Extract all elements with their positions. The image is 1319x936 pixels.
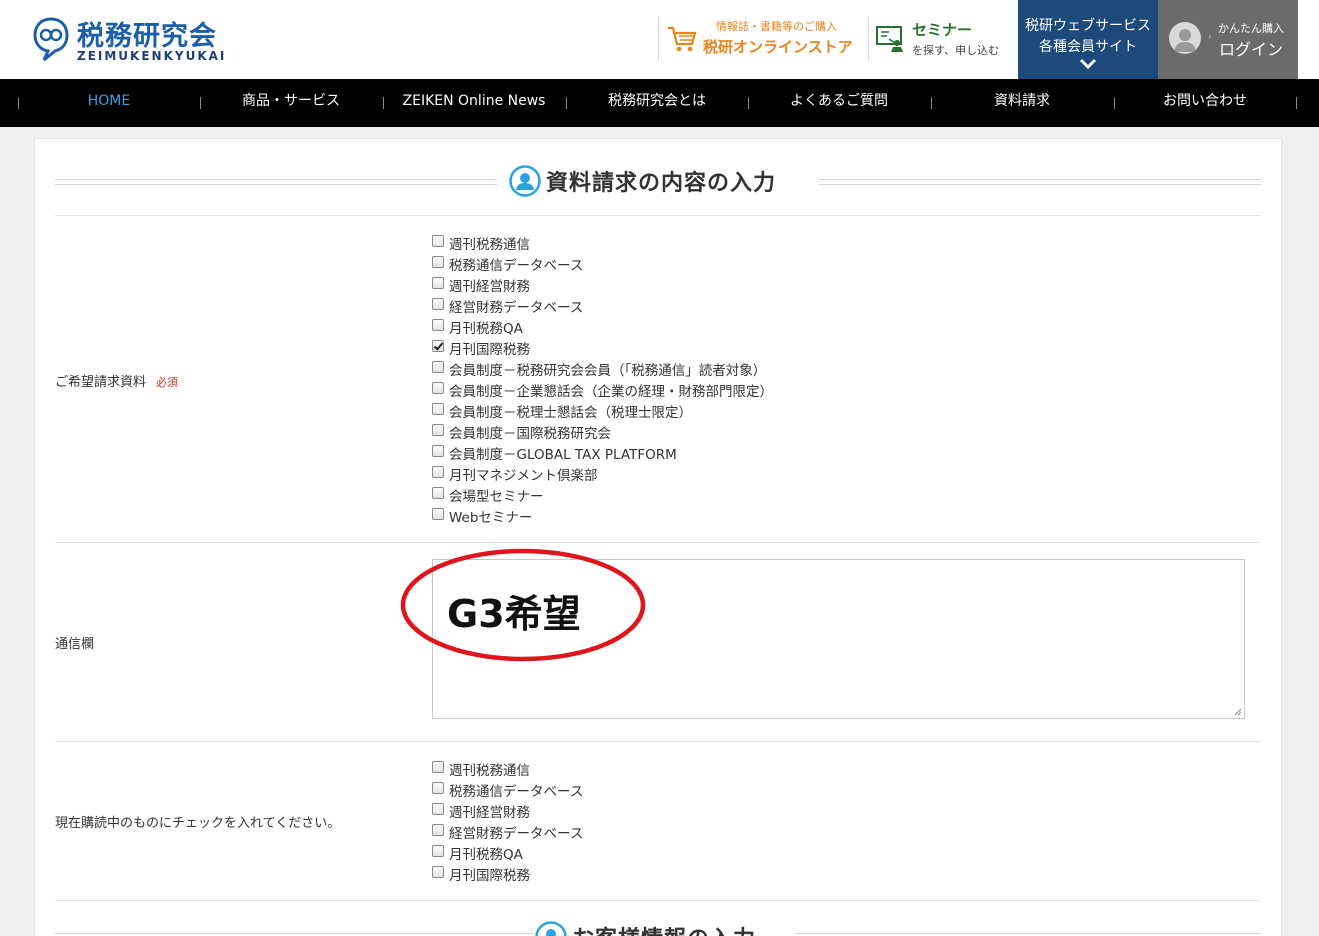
seminar-caption: を探す、申し込む (912, 44, 1000, 57)
checkbox[interactable] (432, 782, 444, 794)
web-service-menu[interactable]: 税研ウェブサービス 各種会員サイト (1018, 0, 1158, 79)
checkbox[interactable] (432, 761, 444, 773)
store-label: 税研オンラインストア (703, 38, 853, 56)
login-caption: かんたん購入 (1218, 22, 1284, 35)
heading-rule-left (55, 179, 497, 185)
divider (55, 741, 1261, 742)
logo-title: 税務研究会 (77, 21, 217, 52)
option-label: 会場型セミナー (449, 489, 544, 505)
option-label: 週刊経営財務 (449, 279, 530, 295)
nav-item-about[interactable]: 税務研究会とは (566, 79, 748, 127)
checkbox[interactable] (432, 487, 444, 499)
section-title: 資料請求の内容の入力 (546, 171, 777, 196)
checkbox[interactable] (432, 403, 444, 415)
nav-item-products[interactable]: 商品・サービス (200, 79, 382, 127)
logo-mark-icon (33, 17, 69, 62)
option-label: 会員制度－国際税務研究会 (449, 426, 611, 442)
checkbox[interactable] (432, 361, 444, 373)
chevron-down-icon (1079, 58, 1097, 70)
web-service-line2: 各種会員サイト (1039, 39, 1137, 55)
web-service-line1: 税研ウェブサービス (1025, 18, 1151, 34)
logo-subtitle: ZEIMUKENKYUKAI (77, 49, 227, 63)
user-avatar-icon (1169, 22, 1201, 54)
online-store-link[interactable]: 情報誌・書籍等のご購入 税研オンラインストア (658, 17, 858, 61)
heading-rule-right (819, 179, 1261, 185)
chevron-right-icon: › (1208, 32, 1212, 42)
next-section-heading: お客様情報の入力 (35, 917, 1281, 936)
section-heading: 資料請求の内容の入力 (35, 163, 1281, 199)
option-label: 税務通信データベース (449, 784, 584, 800)
checkbox-checked[interactable] (432, 340, 444, 352)
nav-separator (1296, 97, 1297, 109)
option-label: 会員制度－税理士懇話会（税理士限定） (449, 405, 692, 421)
message-label: 通信欄 (55, 637, 95, 652)
checkbox[interactable] (432, 235, 444, 247)
option-label: 会員制度－企業懇話会（企業の経理・財務部門限定） (449, 384, 773, 400)
form-panel: 資料請求の内容の入力 ご希望請求資料 必須 週刊税務通信 税務通信データベース 週… (34, 138, 1282, 936)
site-logo[interactable]: 税務研究会 ZEIMUKENKYUKAI (32, 14, 232, 66)
checkbox[interactable] (432, 845, 444, 857)
checkbox[interactable] (432, 319, 444, 331)
user-circle-icon (509, 165, 541, 197)
checkbox[interactable] (432, 824, 444, 836)
option-label: 週刊税務通信 (449, 763, 530, 779)
nav-item-contact[interactable]: お問い合わせ (1114, 79, 1296, 127)
divider (55, 900, 1261, 901)
checkbox[interactable] (432, 424, 444, 436)
checkbox[interactable] (432, 298, 444, 310)
option-label: 税務通信データベース (449, 258, 584, 274)
checkbox[interactable] (432, 508, 444, 520)
option-label: 月刊税務QA (449, 321, 523, 337)
site-header: 税務研究会 ZEIMUKENKYUKAI 情報誌・書籍等のご購入 税研オンライン… (0, 0, 1319, 79)
option-label: Webセミナー (449, 510, 533, 526)
option-label: 月刊国際税務 (449, 868, 530, 884)
resize-grip-icon[interactable] (1234, 708, 1242, 716)
nav-item-home[interactable]: HOME (18, 79, 200, 127)
option-label: 月刊税務QA (449, 847, 523, 863)
store-caption: 情報誌・書籍等のご購入 (716, 20, 837, 33)
option-label: 週刊税務通信 (449, 237, 530, 253)
seminar-label: セミナー (912, 21, 973, 39)
user-circle-icon (535, 921, 567, 936)
checkbox[interactable] (432, 277, 444, 289)
checkbox[interactable] (432, 466, 444, 478)
option-label: 会員制度－税務研究会会員（「税務通信」読者対象） (449, 363, 767, 379)
nav-item-faq[interactable]: よくあるご質問 (748, 79, 930, 127)
seminar-link[interactable]: セミナー を探す、申し込む (868, 17, 1008, 61)
checkbox[interactable] (432, 256, 444, 268)
nav-item-news[interactable]: ZEIKEN Online News (383, 79, 565, 127)
seminar-board-icon (876, 26, 903, 52)
main-nav: HOME 商品・サービス ZEIKEN Online News 税務研究会とは … (0, 79, 1319, 127)
checkbox[interactable] (432, 445, 444, 457)
option-label: 会員制度－GLOBAL TAX PLATFORM (449, 447, 677, 463)
cart-icon (668, 26, 697, 52)
option-label: 週刊経営財務 (449, 805, 530, 821)
nav-item-request[interactable]: 資料請求 (931, 79, 1113, 127)
required-badge: 必須 (156, 376, 179, 389)
option-label: 月刊国際税務 (449, 342, 530, 358)
checkbox[interactable] (432, 382, 444, 394)
login-button[interactable]: › かんたん購入 ログイン (1158, 0, 1298, 79)
materials-label: ご希望請求資料 必須 (55, 371, 178, 390)
option-label: 経営財務データベース (449, 300, 584, 316)
checkbox[interactable] (432, 866, 444, 878)
message-value: G3希望 (447, 592, 581, 636)
divider (55, 215, 1261, 216)
materials-label-text: ご希望請求資料 (55, 375, 147, 390)
next-section-title: お客様情報の入力 (572, 921, 756, 936)
checkbox[interactable] (432, 803, 444, 815)
login-label: ログイン (1219, 40, 1284, 59)
divider (55, 542, 1261, 543)
subscribed-label: 現在購読中のものにチェックを入れてください。 (55, 816, 341, 831)
option-label: 月刊マネジメント倶楽部 (449, 468, 598, 484)
option-label: 経営財務データベース (449, 826, 584, 842)
